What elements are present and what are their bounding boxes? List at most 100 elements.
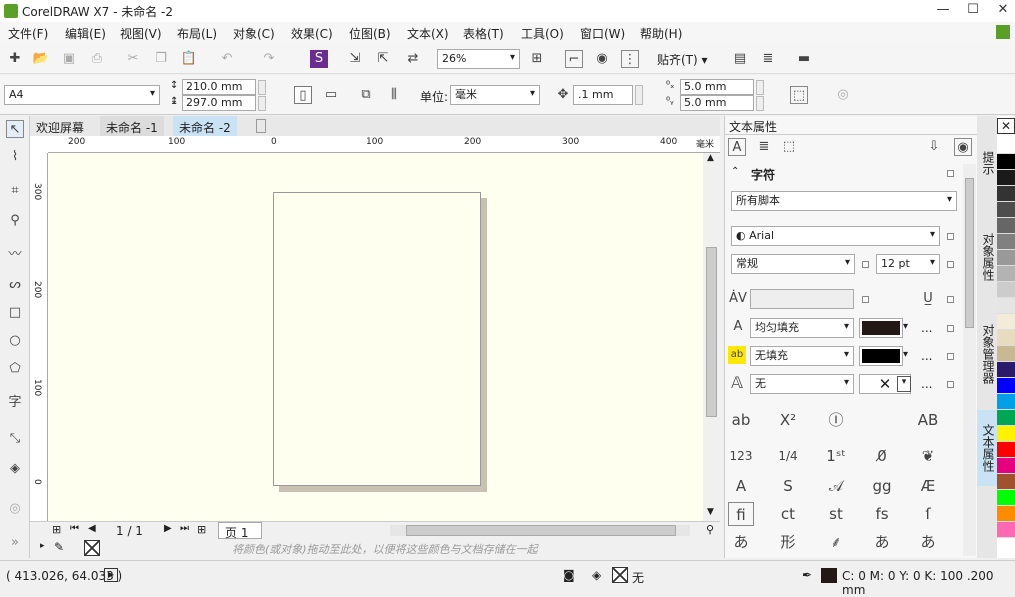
frame-tab-icon[interactable]: ⬚ — [780, 138, 798, 156]
font-size-select[interactable]: 12 pt — [876, 254, 940, 274]
interactive-fill-icon[interactable]: ◎ — [6, 500, 24, 518]
stylistic-icon[interactable]: Ⓘ — [823, 408, 849, 432]
docker-preview-icon[interactable]: ◉ — [954, 138, 972, 156]
nudge-field[interactable]: .1 mm — [573, 85, 633, 105]
treat-as-filled-icon[interactable]: ⬚ — [790, 86, 808, 104]
palette-swatch[interactable] — [997, 138, 1015, 154]
fill-color-dropdown[interactable]: ▾ — [903, 321, 908, 332]
fill-type-select[interactable]: 均匀填充 — [750, 318, 854, 338]
zoom-tool-icon[interactable]: ⚲ — [6, 212, 24, 230]
tab-welcome[interactable]: 欢迎屏幕 — [30, 116, 91, 136]
palette-swatch[interactable] — [997, 170, 1015, 186]
grid-icon[interactable]: ⋮ — [621, 50, 639, 68]
polygon-tool-icon[interactable]: ⬠ — [6, 360, 24, 378]
next-page-icon[interactable]: ▶ — [164, 523, 172, 534]
vertical-scrollbar[interactable]: ▲ ▼ — [703, 153, 720, 521]
page-tab[interactable]: 页 1 — [218, 522, 262, 540]
zoom-navigator-icon[interactable]: ⚲ — [706, 523, 714, 536]
scroll-down-icon[interactable]: ▼ — [707, 507, 714, 517]
tab-untitled-2[interactable]: 未命名 -2 — [173, 116, 237, 136]
palette-swatch[interactable] — [997, 394, 1015, 410]
dup-y-spinner[interactable] — [756, 96, 764, 111]
cut-icon[interactable]: ✂ — [124, 50, 142, 68]
side-tab-object-manager[interactable]: 对象管理器 — [977, 314, 997, 394]
palette-swatch[interactable] — [997, 234, 1015, 250]
fill-checkbox[interactable] — [947, 325, 954, 332]
menu-object[interactable]: 对象(C) — [233, 25, 275, 42]
palette-swatch[interactable] — [997, 362, 1015, 378]
fill-status-icon[interactable]: ◙ — [563, 568, 575, 582]
export-icon[interactable]: ⇱ — [374, 50, 392, 68]
contextual-icon[interactable]: 𝒜 — [823, 474, 849, 498]
palette-swatch[interactable] — [997, 218, 1015, 234]
zoom-fit-icon[interactable]: ⊞ — [528, 50, 546, 68]
outline-width-select[interactable]: 无 — [750, 374, 854, 394]
glyph-alt-kana-icon[interactable]: あ — [915, 530, 941, 554]
ornaments-icon[interactable]: ❦ — [915, 444, 941, 468]
zoom-select[interactable]: 26% — [437, 49, 520, 69]
ligatures-icon[interactable]: gg — [869, 474, 895, 498]
fill-settings-button[interactable]: ... — [921, 321, 932, 335]
eyedropper-icon[interactable]: ✎ — [54, 540, 64, 554]
swash-icon[interactable]: S — [775, 474, 801, 498]
font-select[interactable]: ◐ Arial — [731, 226, 940, 246]
fractions-icon[interactable]: 1/4 — [775, 444, 801, 468]
background-settings-button[interactable]: ... — [921, 349, 932, 363]
prev-page-icon[interactable]: ◀ — [88, 523, 96, 534]
palette-swatch[interactable] — [997, 314, 1015, 330]
pick-tool-icon[interactable]: ↖ — [6, 120, 24, 138]
palette-swatch[interactable] — [997, 506, 1015, 522]
tab-untitled-1[interactable]: 未命名 -1 — [100, 116, 164, 136]
size-checkbox[interactable] — [947, 261, 954, 268]
style-checkbox[interactable] — [862, 261, 869, 268]
document-page[interactable] — [273, 192, 481, 486]
current-page-icon[interactable]: ⫼ — [385, 86, 403, 104]
ct-ligature-icon[interactable]: ct — [775, 502, 801, 526]
import-icon[interactable]: ⇲ — [346, 50, 364, 68]
ordinals-icon[interactable]: 1ˢᵗ — [823, 444, 849, 468]
menu-help[interactable]: 帮助(H) — [640, 25, 682, 42]
menu-window[interactable]: 窗口(W) — [580, 25, 625, 42]
fi-ligature-icon[interactable]: fi — [728, 502, 754, 526]
titling-icon[interactable]: A — [728, 474, 754, 498]
landscape-icon[interactable]: ▭ — [322, 86, 340, 104]
scroll-up-icon[interactable]: ▲ — [707, 153, 714, 163]
maximize-button[interactable]: ☐ — [958, 0, 988, 20]
outline-color-dropdown[interactable]: ▾ — [897, 376, 911, 392]
horizontal-ruler[interactable]: 200 100 0 100 200 300 400 毫米 — [48, 136, 720, 153]
background-checkbox[interactable] — [947, 353, 954, 360]
palette-swatch[interactable] — [997, 298, 1015, 314]
page-background-icon[interactable]: ◎ — [834, 86, 852, 104]
app-launcher-icon[interactable]: ≣ — [759, 50, 777, 68]
save-icon[interactable]: ▣ — [60, 50, 78, 68]
docker-scroll-thumb[interactable] — [965, 178, 974, 328]
fill-color-swatch[interactable] — [859, 318, 903, 338]
artistic-media-icon[interactable]: ᔕ — [6, 276, 24, 294]
glyph-kana-icon[interactable]: あ — [869, 530, 895, 554]
palette-swatch[interactable] — [997, 426, 1015, 442]
background-color-dropdown[interactable]: ▾ — [903, 349, 908, 360]
all-caps-icon[interactable]: AB — [915, 408, 941, 432]
options-icon[interactable]: ▤ — [731, 50, 749, 68]
menu-text[interactable]: 文本(X) — [407, 25, 449, 42]
menu-view[interactable]: 视图(V) — [120, 25, 162, 42]
freehand-tool-icon[interactable]: 〰 — [6, 246, 24, 264]
palette-no-color-swatch[interactable]: ✕ — [997, 118, 1015, 134]
status-menu-icon[interactable]: ▶ — [104, 568, 118, 582]
st-ligature-icon[interactable]: st — [823, 502, 849, 526]
palette-swatch[interactable] — [997, 154, 1015, 170]
close-button[interactable]: ✕ — [988, 0, 1015, 20]
ruler-corner[interactable] — [30, 136, 48, 153]
first-page-icon[interactable]: ⏮ — [70, 523, 79, 534]
docker-options-icon[interactable]: ⇩ — [925, 138, 943, 156]
slashed-zero-icon[interactable]: 0̸ — [869, 444, 895, 468]
vertical-ruler[interactable]: 300 200 100 0 — [30, 153, 48, 521]
paste-icon[interactable]: 📋 — [180, 50, 198, 68]
fs-ligature-icon[interactable]: fs — [869, 502, 895, 526]
script-select[interactable]: 所有脚本 — [731, 191, 957, 211]
connector-tool-icon[interactable]: ⤡ — [6, 430, 24, 448]
background-fill-select[interactable]: 无填充 — [750, 346, 854, 366]
menu-bitmap[interactable]: 位图(B) — [349, 25, 391, 42]
collapse-section-icon[interactable]: ⌃ — [731, 166, 739, 177]
text-tool-icon[interactable]: 字 — [6, 394, 24, 412]
